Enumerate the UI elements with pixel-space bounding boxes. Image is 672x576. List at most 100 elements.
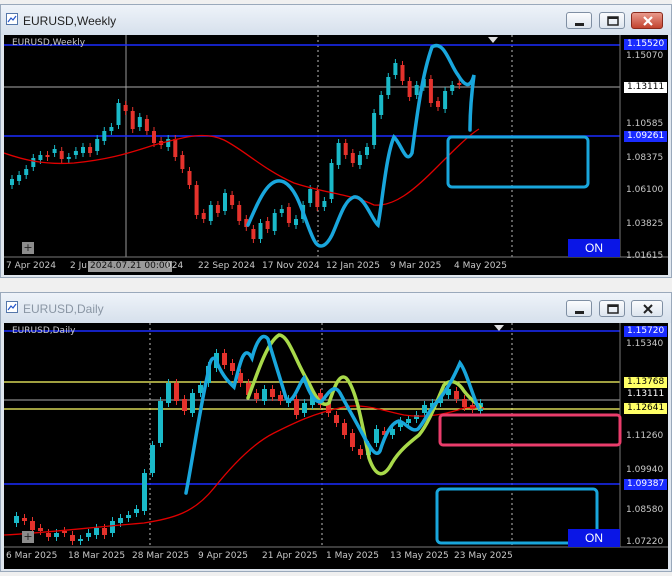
candle-body xyxy=(130,111,135,129)
weekly-symbol-label: EURUSD,Weekly xyxy=(12,38,86,48)
candle-body xyxy=(215,205,220,213)
candle-body xyxy=(406,419,411,423)
candle-body xyxy=(222,353,227,365)
candle-body xyxy=(144,119,149,131)
weekly-price-label: 1.03825 xyxy=(626,219,664,229)
restore-button[interactable] xyxy=(599,12,625,29)
candle-body xyxy=(414,85,419,95)
candle-body xyxy=(358,449,363,455)
candle-body xyxy=(265,221,270,229)
candle-body xyxy=(278,395,283,401)
daily-plus-button[interactable]: + xyxy=(22,531,34,543)
candle-body xyxy=(343,143,348,155)
candle-body xyxy=(251,229,256,239)
candle-body xyxy=(109,127,114,131)
daily-price-top: 1.15720 xyxy=(624,326,668,337)
candle-body xyxy=(286,207,291,223)
candle-body xyxy=(400,65,405,81)
candle-body xyxy=(407,81,412,97)
candle-body xyxy=(315,191,320,207)
daily-date-label: 18 Mar 2025 xyxy=(68,551,126,561)
candle-body xyxy=(308,189,313,203)
candle-body xyxy=(94,528,99,535)
candle-body xyxy=(17,175,22,181)
daily-on-button[interactable]: ON xyxy=(568,529,620,547)
close-button[interactable] xyxy=(631,300,663,317)
weekly-plus-button[interactable]: + xyxy=(22,242,34,254)
candle-body xyxy=(393,63,398,75)
candle-body xyxy=(152,131,156,143)
candle-body xyxy=(70,535,75,541)
candle-body xyxy=(52,149,57,153)
weekly-date-label: 4 May 2025 xyxy=(454,261,507,271)
candle-body xyxy=(272,213,277,231)
weekly-chart-window: EURUSD,Weekly EURUSD,Weekly 1.15520 1.15… xyxy=(0,4,672,278)
candle-body xyxy=(443,91,448,109)
candle-body xyxy=(342,423,347,435)
candle-body xyxy=(322,201,327,207)
candle-body xyxy=(54,533,59,537)
candle-body xyxy=(66,157,71,159)
candle-body xyxy=(230,363,235,371)
daily-symbol-label: EURUSD,Daily xyxy=(12,326,76,336)
daily-price-label: 1.08580 xyxy=(626,505,664,515)
daily-date-label: 1 May 2025 xyxy=(326,551,379,561)
candle-body xyxy=(24,169,29,175)
candle-body xyxy=(38,528,43,531)
candle-body xyxy=(223,193,227,211)
weekly-date-label: 17 Nov 2024 xyxy=(262,261,320,271)
candle-body xyxy=(454,391,459,399)
candle-body xyxy=(365,147,369,155)
candle-body xyxy=(450,85,455,91)
candle-body xyxy=(118,518,123,523)
candle-body xyxy=(59,151,64,159)
candle-body xyxy=(31,158,36,167)
candle-body xyxy=(262,389,267,401)
daily-chart-window: EURUSD,Daily EURUSD,Daily 1.15720 1.1534… xyxy=(0,292,672,572)
daily-window-title: EURUSD,Daily xyxy=(23,302,104,316)
candle-body xyxy=(294,219,298,225)
candle-body xyxy=(46,533,51,537)
minimize-icon xyxy=(575,23,584,26)
weekly-date-label: 12 Jan 2025 xyxy=(326,261,380,271)
candle-body xyxy=(372,113,377,145)
chart-window-icon xyxy=(6,301,18,313)
candle-body xyxy=(123,105,128,111)
weekly-chart-area[interactable]: EURUSD,Weekly 1.15520 1.15070 1.13111 1.… xyxy=(4,35,668,275)
daily-date-label: 28 Mar 2025 xyxy=(132,551,190,561)
weekly-date-label: 9 Mar 2025 xyxy=(390,261,442,271)
candle-body xyxy=(174,383,179,401)
candle-body xyxy=(14,516,19,523)
candle-body xyxy=(237,205,242,221)
minimize-icon xyxy=(575,311,584,314)
restore-icon xyxy=(607,304,619,314)
minimize-button[interactable] xyxy=(566,300,592,317)
daily-date-label: 13 May 2025 xyxy=(390,551,449,561)
daily-date-label: 9 Apr 2025 xyxy=(198,551,248,561)
candle-body xyxy=(95,139,100,151)
weekly-price-label: 1.10585 xyxy=(626,119,664,129)
daily-date-label: 6 Mar 2025 xyxy=(6,551,58,561)
close-button[interactable] xyxy=(631,12,663,29)
daily-titlebar[interactable]: EURUSD,Daily xyxy=(1,293,671,323)
restore-button[interactable] xyxy=(599,300,625,317)
candle-body xyxy=(208,205,213,221)
daily-chart-area[interactable]: EURUSD,Daily 1.15720 1.15340 1.13768 1.1… xyxy=(4,323,668,569)
daily-date-label: 21 Apr 2025 xyxy=(262,551,318,561)
weekly-price-label: 1.06100 xyxy=(626,185,664,195)
daily-price-yellow-top: 1.13768 xyxy=(624,377,668,388)
candle-body xyxy=(142,473,147,511)
candle-body xyxy=(88,147,93,153)
weekly-crosshair-date: 2024.07.21 00:00 xyxy=(88,261,173,272)
weekly-price-current: 1.13111 xyxy=(624,82,668,93)
daily-price-current: 1.13111 xyxy=(624,389,668,400)
candle-body xyxy=(110,521,115,533)
weekly-on-button[interactable]: ON xyxy=(568,239,620,257)
candle-body xyxy=(81,147,85,153)
candle-body xyxy=(462,399,467,407)
candle-body xyxy=(173,139,178,157)
minimize-button[interactable] xyxy=(566,12,592,29)
candle-body xyxy=(386,77,391,95)
candle-body xyxy=(457,83,462,85)
weekly-titlebar[interactable]: EURUSD,Weekly xyxy=(1,5,671,35)
